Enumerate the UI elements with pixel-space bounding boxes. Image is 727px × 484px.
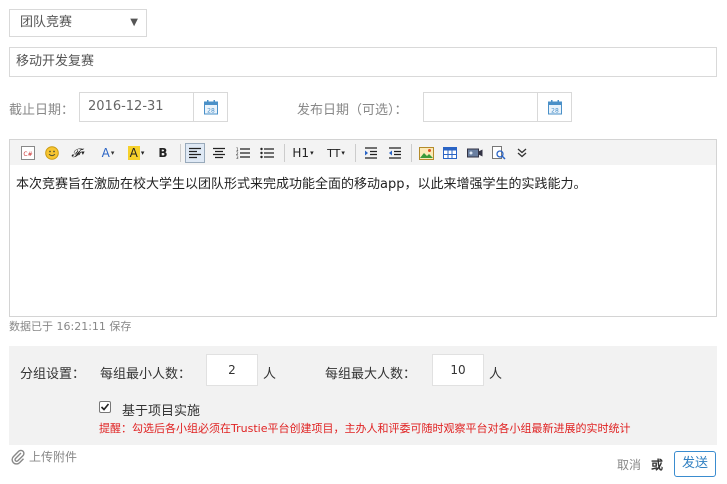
checkmark-icon bbox=[100, 403, 110, 411]
editor-content: 本次竞赛旨在激励在校大学生以团队形式来完成功能全面的移动app，以此来增强学生的… bbox=[16, 177, 587, 192]
send-button[interactable]: 发送 bbox=[674, 451, 716, 477]
competition-type-select[interactable]: 团队竞赛 ▼ bbox=[9, 9, 147, 37]
deadline-calendar-button[interactable]: 28 bbox=[194, 92, 228, 122]
project-hint: 提醒：勾选后各小组必须在Trustie平台创建项目，主办人和评委可随时观察平台对… bbox=[99, 422, 631, 435]
insert-media-button[interactable] bbox=[466, 143, 484, 163]
publish-calendar-button[interactable]: 28 bbox=[538, 92, 572, 122]
image-icon bbox=[418, 146, 434, 160]
title-value: 移动开发复赛 bbox=[16, 54, 95, 69]
expand-toolbar-button[interactable] bbox=[515, 143, 529, 163]
heading-button[interactable]: H1 ▾ bbox=[290, 143, 316, 163]
outdent-icon bbox=[389, 147, 401, 159]
outdent-button[interactable] bbox=[387, 143, 403, 163]
code-icon[interactable]: C# bbox=[20, 143, 36, 163]
bg-color-button[interactable]: A ▾ bbox=[124, 143, 148, 163]
ordered-list-button[interactable]: 123 bbox=[235, 143, 251, 163]
editor-toolbar: C# 𝓕 ▾ A ▾ A ▾ B 123 H1 ▾ TT ▾ bbox=[9, 139, 717, 166]
competition-type-value: 团队竞赛 bbox=[20, 15, 73, 30]
min-members-input[interactable]: 2 bbox=[206, 354, 258, 386]
toolbar-divider bbox=[284, 144, 285, 162]
max-members-label: 每组最大人数： bbox=[325, 367, 417, 382]
indent-button[interactable] bbox=[363, 143, 379, 163]
unordered-list-button[interactable] bbox=[259, 143, 275, 163]
bold-icon: B bbox=[158, 146, 168, 160]
toolbar-divider bbox=[411, 144, 412, 162]
paperclip-icon bbox=[11, 449, 25, 465]
svg-text:28: 28 bbox=[551, 107, 559, 114]
cancel-link[interactable]: 取消 bbox=[617, 456, 641, 473]
upload-attachment-link[interactable]: 上传附件 bbox=[11, 448, 77, 465]
align-left-button[interactable] bbox=[185, 143, 205, 163]
group-settings-title: 分组设置： bbox=[20, 367, 86, 382]
min-unit: 人 bbox=[263, 367, 277, 382]
deadline-input[interactable]: 2016-12-31 bbox=[79, 92, 194, 122]
insert-image-button[interactable] bbox=[418, 143, 434, 163]
font-color-icon: A bbox=[101, 146, 110, 160]
chevron-down-icon: ▼ bbox=[130, 17, 138, 28]
emoji-icon[interactable] bbox=[44, 143, 60, 163]
align-left-icon bbox=[189, 147, 201, 159]
preview-button[interactable] bbox=[491, 143, 507, 163]
publish-label: 发布日期（可选）： bbox=[297, 103, 408, 118]
double-chevron-down-icon bbox=[517, 148, 527, 158]
min-members-label: 每组最小人数： bbox=[100, 367, 192, 382]
project-checkbox[interactable] bbox=[99, 401, 111, 413]
insert-table-button[interactable] bbox=[442, 143, 458, 163]
autosave-status: 数据已于 16:21:11 保存 bbox=[9, 320, 132, 333]
project-checkbox-label: 基于项目实施 bbox=[122, 404, 201, 419]
font-size-icon: TT bbox=[327, 146, 341, 160]
deadline-label: 截止日期： bbox=[9, 103, 75, 118]
ordered-list-icon: 123 bbox=[236, 147, 250, 159]
align-center-icon bbox=[213, 147, 225, 159]
svg-text:3: 3 bbox=[236, 155, 239, 159]
svg-text:28: 28 bbox=[207, 107, 215, 114]
calendar-icon: 28 bbox=[203, 99, 218, 114]
max-members-input[interactable]: 10 bbox=[432, 354, 484, 386]
align-center-button[interactable] bbox=[211, 143, 227, 163]
bold-button[interactable]: B bbox=[155, 143, 171, 163]
or-label: 或 bbox=[651, 458, 664, 472]
publish-date-input[interactable] bbox=[423, 92, 538, 122]
max-unit: 人 bbox=[489, 367, 503, 382]
media-icon bbox=[467, 148, 483, 158]
content-editor[interactable]: 本次竞赛旨在激励在校大学生以团队形式来完成功能全面的移动app，以此来增强学生的… bbox=[9, 165, 717, 317]
toolbar-divider bbox=[180, 144, 181, 162]
font-family-icon[interactable]: 𝓕 ▾ bbox=[67, 143, 89, 163]
svg-text:C#: C# bbox=[23, 151, 32, 158]
unordered-list-icon bbox=[260, 147, 274, 159]
heading-icon: H1 bbox=[292, 146, 310, 160]
upload-label: 上传附件 bbox=[29, 450, 78, 464]
indent-icon bbox=[365, 147, 377, 159]
font-color-button[interactable]: A ▾ bbox=[97, 143, 119, 163]
table-icon bbox=[443, 147, 457, 159]
toolbar-divider bbox=[355, 144, 356, 162]
font-size-button[interactable]: TT ▾ bbox=[323, 143, 349, 163]
title-input[interactable]: 移动开发复赛 bbox=[9, 47, 717, 77]
preview-icon bbox=[492, 146, 506, 160]
min-members-value: 2 bbox=[228, 363, 236, 377]
calendar-icon: 28 bbox=[547, 99, 562, 114]
deadline-value: 2016-12-31 bbox=[88, 99, 164, 114]
max-members-value: 10 bbox=[450, 363, 466, 377]
bg-color-icon: A bbox=[127, 146, 140, 160]
